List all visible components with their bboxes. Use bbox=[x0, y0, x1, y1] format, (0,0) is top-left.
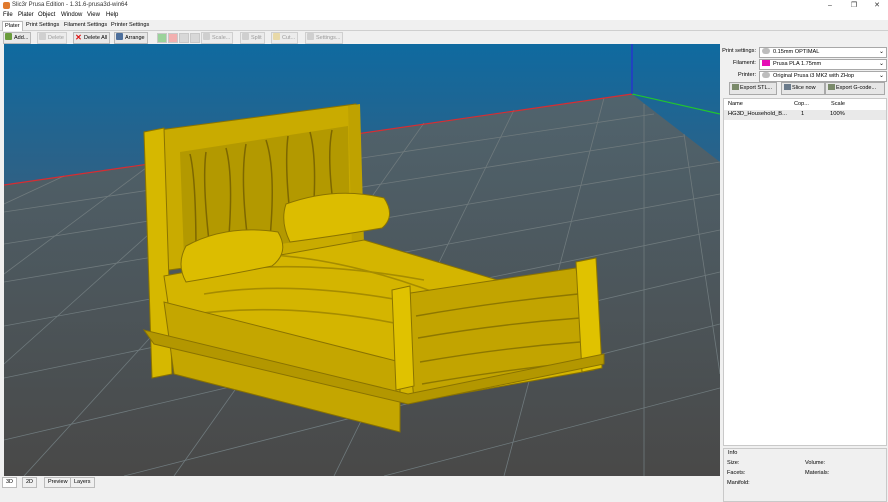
tab-filament-settings[interactable]: Filament Settings bbox=[62, 21, 109, 30]
rotate-right-icon[interactable] bbox=[190, 33, 200, 43]
close-button[interactable]: ✕ bbox=[866, 0, 888, 11]
tab-2d[interactable]: 2D bbox=[22, 477, 38, 488]
maximize-button[interactable]: ❐ bbox=[843, 0, 865, 11]
menu-help[interactable]: Help bbox=[106, 12, 118, 18]
tab-layers[interactable]: Layers bbox=[70, 477, 95, 488]
scene-canvas bbox=[4, 44, 720, 476]
printer-label: Printer: bbox=[737, 72, 756, 78]
tab-3d[interactable]: 3D bbox=[2, 477, 18, 488]
chevron-down-icon: ⌄ bbox=[878, 73, 884, 79]
rotate-left-icon[interactable] bbox=[179, 33, 189, 43]
delete-all-icon: ✕ bbox=[75, 33, 82, 42]
slice-now-button[interactable]: Slice now bbox=[781, 82, 825, 95]
tab-print-settings[interactable]: Print Settings bbox=[24, 21, 61, 30]
app-icon bbox=[3, 2, 10, 9]
delete-all-button[interactable]: ✕ Delete All bbox=[73, 32, 111, 44]
delete-icon bbox=[39, 33, 46, 40]
printer-select[interactable]: Original Prusa i3 MK2 with ZHop ⌄ bbox=[759, 71, 887, 82]
object-list[interactable]: Name Cop... Scale HG3D_Household_B... 1 … bbox=[723, 98, 887, 446]
delete-button[interactable]: Delete bbox=[37, 32, 67, 44]
filament-label: Filament: bbox=[732, 60, 756, 66]
info-materials-label: Materials: bbox=[805, 470, 830, 476]
column-header-copies[interactable]: Cop... bbox=[794, 101, 809, 107]
menu-file[interactable]: File bbox=[3, 12, 13, 18]
cut-button[interactable]: Cut... bbox=[271, 32, 299, 44]
decrease-copies-icon[interactable] bbox=[168, 33, 178, 43]
plater-toolbar: Add... Delete ✕ Delete All Arrange Scale.… bbox=[0, 31, 888, 44]
window-title: Slic3r Prusa Edition - 1.31.6-prusa3d-wi… bbox=[12, 2, 128, 8]
menu-bar: File Plater Object Window View Help bbox=[0, 11, 888, 20]
info-facets-label: Facets: bbox=[727, 470, 746, 476]
3d-viewport[interactable] bbox=[4, 44, 720, 476]
object-name: HG3D_Household_B... bbox=[728, 111, 787, 117]
tab-printer-settings[interactable]: Printer Settings bbox=[109, 21, 151, 30]
info-size-label: Size: bbox=[727, 460, 740, 466]
table-row[interactable]: HG3D_Household_B... 1 100% bbox=[724, 110, 886, 120]
export-gcode-button[interactable]: Export G-code... bbox=[825, 82, 885, 95]
chevron-down-icon: ⌄ bbox=[878, 49, 884, 55]
info-manifold-label: Manifold: bbox=[727, 480, 750, 486]
export-icon bbox=[732, 84, 739, 90]
main-tabs: Plater Print Settings Filament Settings … bbox=[0, 20, 888, 31]
increase-copies-icon[interactable] bbox=[157, 33, 167, 43]
arrange-button[interactable]: Arrange bbox=[114, 32, 148, 44]
title-bar: Slic3r Prusa Edition - 1.31.6-prusa3d-wi… bbox=[0, 0, 888, 11]
filament-select[interactable]: Prusa PLA 1.75mm ⌄ bbox=[759, 59, 887, 70]
info-volume-label: Volume: bbox=[805, 460, 826, 466]
arrange-icon bbox=[116, 33, 123, 40]
view-tabs: 3D 2D Preview Layers bbox=[0, 477, 720, 488]
menu-plater[interactable]: Plater bbox=[18, 12, 34, 18]
printer-icon bbox=[762, 72, 770, 78]
slice-icon bbox=[784, 84, 791, 90]
split-button[interactable]: Split bbox=[240, 32, 265, 44]
minimize-button[interactable]: – bbox=[819, 0, 841, 11]
column-header-name[interactable]: Name bbox=[728, 101, 743, 107]
object-scale: 100% bbox=[830, 111, 845, 117]
scale-button[interactable]: Scale... bbox=[201, 32, 234, 44]
add-button[interactable]: Add... bbox=[3, 32, 32, 44]
scale-icon bbox=[203, 33, 210, 40]
gear-icon bbox=[307, 33, 314, 40]
tab-preview[interactable]: Preview bbox=[44, 477, 72, 488]
settings-button[interactable]: Settings... bbox=[305, 32, 344, 44]
filament-color-swatch bbox=[762, 60, 770, 66]
menu-view[interactable]: View bbox=[87, 12, 100, 18]
info-title: Info bbox=[728, 450, 738, 456]
tab-plater[interactable]: Plater bbox=[2, 21, 23, 31]
print-settings-select[interactable]: 0.15mm OPTIMAL ⌄ bbox=[759, 47, 887, 58]
menu-object[interactable]: Object bbox=[38, 12, 55, 18]
chevron-down-icon: ⌄ bbox=[878, 61, 884, 67]
add-icon bbox=[5, 33, 12, 40]
print-settings-icon bbox=[762, 48, 770, 54]
export-icon bbox=[828, 84, 835, 90]
object-copies: 1 bbox=[801, 111, 805, 117]
column-header-scale[interactable]: Scale bbox=[831, 101, 845, 107]
split-icon bbox=[242, 33, 249, 40]
menu-window[interactable]: Window bbox=[61, 12, 82, 18]
export-stl-button[interactable]: Export STL... bbox=[729, 82, 777, 95]
print-settings-label: Print settings: bbox=[722, 48, 756, 54]
cut-icon bbox=[273, 33, 280, 40]
info-box: Info Size: Volume: Facets: Materials: Ma… bbox=[723, 448, 887, 502]
settings-panel: Print settings: 0.15mm OPTIMAL ⌄ Filament… bbox=[722, 44, 888, 502]
